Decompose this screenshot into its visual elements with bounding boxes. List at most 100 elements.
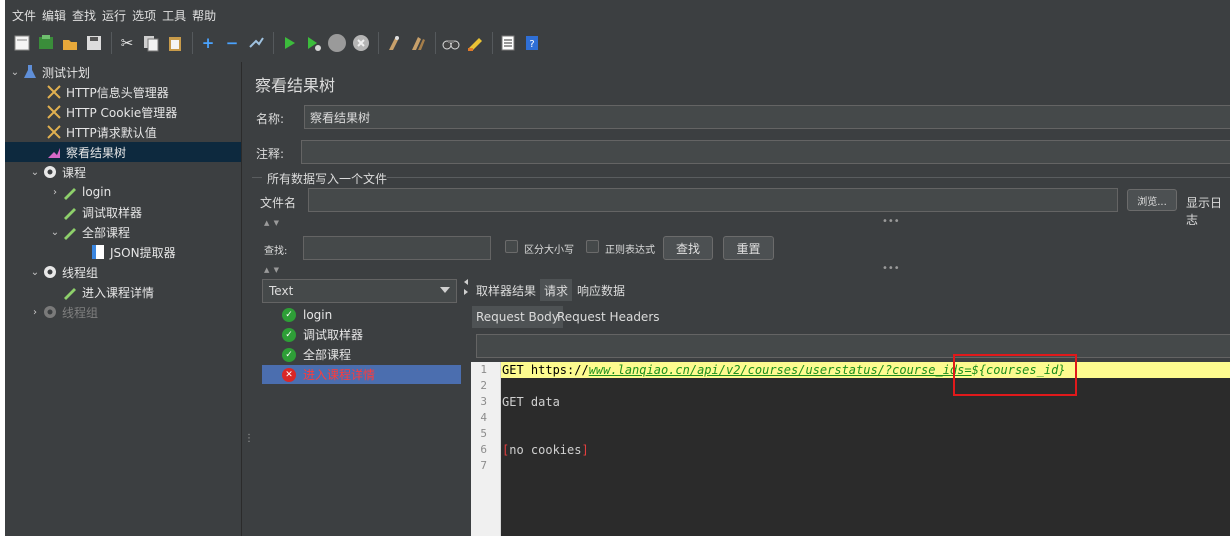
tab-request-body[interactable]: Request Body — [472, 306, 563, 328]
tree-node-label: 进入课程详情 — [82, 285, 155, 300]
menu-tools[interactable]: 工具 — [159, 7, 189, 24]
cut-icon[interactable]: ✂ — [116, 32, 138, 54]
tree-node-all-courses[interactable]: ⌄ 全部课程 — [49, 222, 130, 242]
filename-field[interactable] — [308, 188, 1118, 212]
start-no-pauses-icon[interactable] — [302, 32, 324, 54]
tree-node-http-cookie-manager[interactable]: HTTP Cookie管理器 — [45, 102, 177, 122]
line-number-gutter: 1 2 3 4 5 6 7 — [471, 362, 501, 536]
group-border — [387, 177, 1230, 178]
group-border — [252, 177, 262, 178]
reset-search-icon[interactable] — [464, 32, 486, 54]
tab-request-headers[interactable]: Request Headers — [553, 306, 664, 328]
chevron-down-icon[interactable]: ⌄ — [29, 167, 41, 178]
collapse-arrows-icon[interactable]: ▲ ▼ — [264, 266, 280, 274]
collapse-divider[interactable]: ▲ ▼ ••• — [250, 216, 1230, 229]
filename-label: 文件名 — [260, 196, 297, 210]
clear-all-icon[interactable] — [407, 32, 429, 54]
request-body-editor[interactable]: 1 2 3 4 5 6 7 GET https://www.lanqiao.cn… — [471, 362, 1230, 536]
menu-search[interactable]: 查找 — [69, 7, 99, 24]
chevron-down-icon[interactable]: ⌄ — [49, 227, 61, 238]
line-number: 7 — [480, 459, 487, 472]
chevron-right-icon[interactable]: › — [49, 187, 61, 198]
function-helper-icon[interactable] — [497, 32, 519, 54]
start-icon[interactable] — [278, 32, 300, 54]
tree-node-debug-sampler[interactable]: 调试取样器 — [61, 202, 142, 222]
toggle-icon[interactable] — [245, 32, 267, 54]
menu-run[interactable]: 运行 — [99, 7, 129, 24]
find-button[interactable]: 查找 — [663, 236, 713, 260]
search-binoculars-icon[interactable] — [440, 32, 462, 54]
tree-node-label: 测试计划 — [42, 65, 91, 80]
chevron-down-icon[interactable] — [440, 287, 450, 293]
stop-icon[interactable] — [326, 32, 348, 54]
tree-node-label: JSON提取器 — [110, 245, 176, 260]
splitter-arrows-icon[interactable] — [463, 279, 470, 309]
chevron-right-icon[interactable]: › — [29, 307, 41, 318]
annotation-highlight-box — [953, 354, 1077, 396]
tree-node-label: 察看结果树 — [66, 145, 127, 160]
request-method: GET https:// — [502, 363, 589, 377]
menu-options[interactable]: 选项 — [129, 7, 159, 24]
tree-node-login[interactable]: › login — [49, 182, 111, 202]
case-sensitive-checkbox[interactable] — [505, 240, 518, 253]
result-row-debug-sampler[interactable]: ✓ 调试取样器 — [262, 325, 461, 344]
tree-node-thread-group-disabled[interactable]: › 线程组 — [29, 302, 98, 322]
comment-field[interactable] — [301, 140, 1230, 164]
tree-node-json-extractor[interactable]: JSON提取器 — [89, 242, 176, 262]
collapse-icon[interactable]: − — [221, 32, 243, 54]
help-icon[interactable]: ? — [521, 32, 543, 54]
renderer-select[interactable]: Text — [262, 279, 457, 303]
name-label: 名称: — [256, 112, 285, 126]
clear-icon[interactable] — [383, 32, 405, 54]
drag-dots-icon[interactable]: ••• — [882, 263, 900, 274]
templates-icon[interactable] — [35, 32, 57, 54]
case-sensitive-label: 区分大小写 — [524, 245, 574, 256]
tree-node-thread-group[interactable]: ⌄ 线程组 — [29, 262, 98, 282]
tree-node-http-request-defaults[interactable]: HTTP请求默认值 — [45, 122, 157, 142]
line-number: 6 — [480, 443, 487, 456]
result-row-all-courses[interactable]: ✓ 全部课程 — [262, 345, 461, 364]
pipette-icon — [61, 224, 79, 240]
reset-button[interactable]: 重置 — [723, 236, 774, 260]
splitter-grip-icon[interactable]: ⋮ — [244, 434, 254, 451]
result-label: 全部课程 — [303, 348, 352, 362]
menu-help[interactable]: 帮助 — [189, 7, 219, 24]
menu-edit[interactable]: 编辑 — [39, 7, 69, 24]
tree-node-test-plan[interactable]: ⌄ 测试计划 — [9, 62, 90, 82]
result-row-course-detail[interactable]: ✕ 进入课程详情 — [262, 365, 461, 384]
results-splitter[interactable] — [463, 279, 470, 536]
new-icon[interactable] — [11, 32, 33, 54]
collapse-divider[interactable]: ▲ ▼ ••• — [250, 263, 1230, 276]
expand-icon[interactable]: + — [197, 32, 219, 54]
result-row-login[interactable]: ✓ login — [262, 305, 461, 324]
search-input[interactable] — [303, 236, 491, 260]
tree-node-course-thread-group[interactable]: ⌄ 课程 — [29, 162, 86, 182]
save-icon[interactable] — [83, 32, 105, 54]
chevron-down-icon[interactable]: ⌄ — [9, 67, 21, 78]
menubar: 文件 编辑 查找 运行 选项 工具 帮助 — [5, 4, 1230, 26]
collapse-arrows-icon[interactable]: ▲ ▼ — [264, 219, 280, 227]
tree-node-view-results-tree[interactable]: 察看结果树 — [5, 142, 241, 162]
tree-splitter[interactable]: ⋮ — [241, 62, 254, 536]
tab-response-data[interactable]: 响应数据 — [573, 279, 629, 301]
toolbar-separator — [192, 32, 193, 54]
shutdown-icon[interactable] — [350, 32, 372, 54]
svg-text:?: ? — [529, 39, 534, 50]
tree-node-course-detail[interactable]: 进入课程详情 — [61, 282, 154, 302]
tab-sampler-result[interactable]: 取样器结果 — [472, 279, 540, 301]
chevron-down-icon[interactable]: ⌄ — [29, 267, 41, 278]
result-label: 进入课程详情 — [303, 368, 376, 382]
browse-button[interactable]: 浏览... — [1127, 189, 1177, 211]
tab-request[interactable]: 请求 — [540, 279, 573, 301]
toolbar-separator — [492, 32, 493, 54]
flask-icon — [21, 64, 39, 80]
copy-icon[interactable] — [140, 32, 162, 54]
menu-file[interactable]: 文件 — [9, 7, 39, 24]
name-field[interactable]: 察看结果树 — [304, 105, 1230, 129]
request-search-field[interactable] — [476, 334, 1230, 358]
tree-node-http-header-manager[interactable]: HTTP信息头管理器 — [45, 82, 169, 102]
regex-checkbox[interactable] — [586, 240, 599, 253]
drag-dots-icon[interactable]: ••• — [882, 216, 900, 227]
open-icon[interactable] — [59, 32, 81, 54]
paste-icon[interactable] — [164, 32, 186, 54]
